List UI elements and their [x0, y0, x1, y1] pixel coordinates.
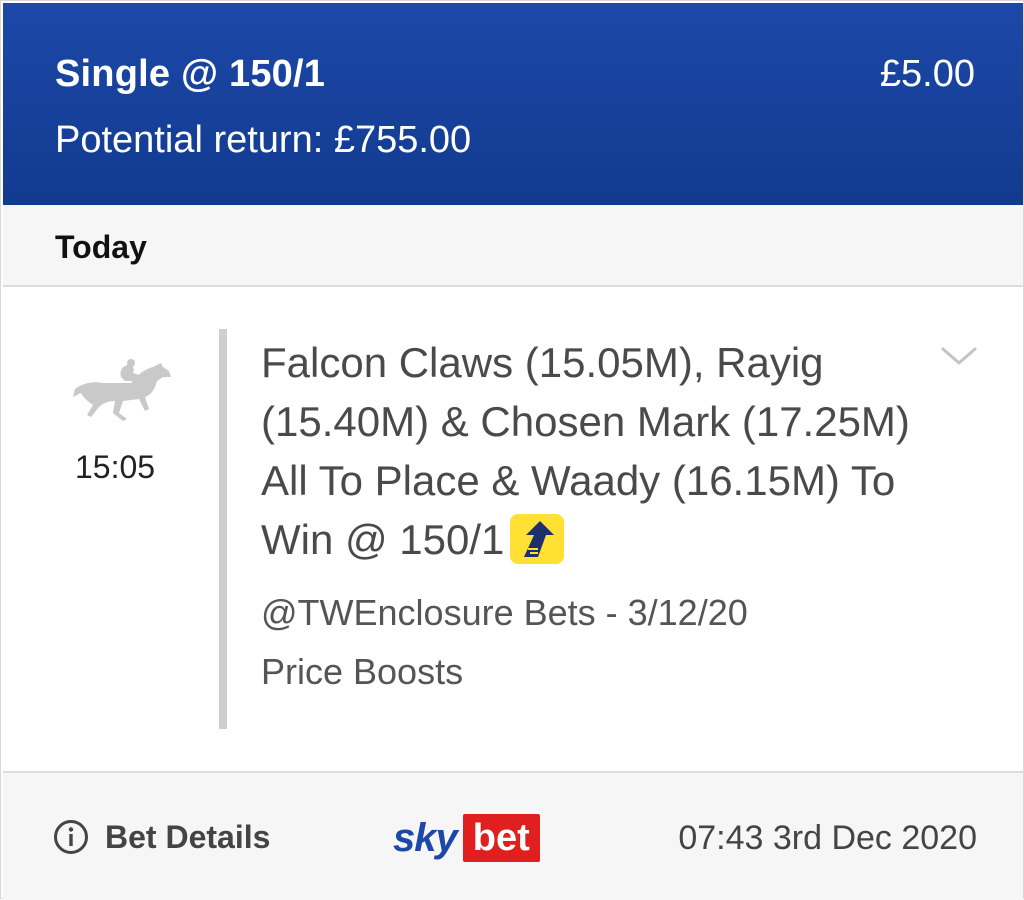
race-time: 15:05	[75, 449, 156, 485]
bet-placed-timestamp: 07:43 3rd Dec 2020	[678, 819, 977, 857]
event-row[interactable]: 15:05 Falcon Claws (15.05M), Rayig (15.4…	[3, 287, 1023, 771]
day-section-header: Today	[3, 205, 1023, 287]
day-label: Today	[55, 229, 147, 265]
horse-racing-icon	[73, 359, 171, 421]
chevron-down-icon[interactable]	[939, 343, 979, 369]
bet-footer: Bet Details sky bet 07:43 3rd Dec 2020	[3, 771, 1023, 900]
source-line-1: @TWEnclosure Bets - 3/12/20	[261, 592, 748, 633]
selection-label: Falcon Claws (15.05M), Rayig (15.40M) & …	[261, 339, 910, 563]
bet-details-link[interactable]: Bet Details	[105, 819, 270, 856]
bet-source: @TWEnclosure Bets - 3/12/20 Price Boosts	[261, 583, 921, 701]
stake-amount: £5.00	[879, 53, 975, 95]
logo-bet-text: bet	[462, 814, 540, 862]
event-divider	[219, 329, 227, 729]
price-boost-arrow-icon	[510, 513, 565, 564]
logo-sky-text: sky	[393, 815, 458, 860]
skybet-logo: sky bet	[393, 813, 540, 863]
bet-type-title: Single @ 150/1	[55, 53, 326, 95]
potential-return: Potential return: £755.00	[55, 119, 472, 161]
bet-receipt-card: Single @ 150/1 £5.00 Potential return: £…	[0, 0, 1024, 900]
selection-text: Falcon Claws (15.05M), Rayig (15.40M) & …	[261, 333, 921, 569]
info-icon[interactable]	[53, 819, 89, 855]
bet-header: Single @ 150/1 £5.00 Potential return: £…	[3, 3, 1023, 205]
source-line-2: Price Boosts	[261, 651, 464, 692]
